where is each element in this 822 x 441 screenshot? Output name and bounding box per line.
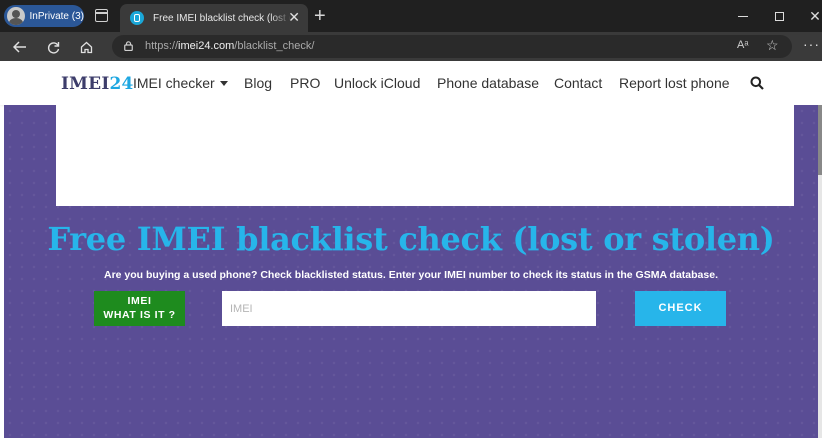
minimize-icon [738,15,748,17]
what-button-line1: IMEI [127,295,152,307]
imei-what-is-it-button[interactable]: IMEI WHAT IS IT ? [94,291,185,326]
logo-number: 24 [109,74,134,94]
minimize-button[interactable] [723,0,763,32]
page-title: Free IMEI blacklist check (lost or stole… [47,220,775,258]
nav-unlock-icloud[interactable]: Unlock iCloud [334,75,420,91]
scrollbar-thumb[interactable] [818,105,822,175]
inprivate-avatar-icon [7,7,25,25]
search-icon[interactable] [750,76,764,90]
nav-label: IMEI checker [133,75,215,91]
favicon-icon [130,11,144,25]
browser-toolbar: https://imei24.com/blacklist_check/ Aᵃ ☆… [0,32,822,61]
browser-tab-bar: InPrivate (3) Free IMEI blacklist check … [0,0,822,32]
url-path: /blacklist_check/ [234,40,315,52]
inprivate-label: InPrivate (3) [29,10,84,22]
nav-imei-checker[interactable]: IMEI checker [133,75,228,91]
lock-icon[interactable] [124,41,133,51]
nav-blog[interactable]: Blog [244,75,272,91]
what-button-line2: WHAT IS IT ? [103,309,176,321]
nav-report-lost-phone[interactable]: Report lost phone [619,75,730,91]
address-bar[interactable]: https://imei24.com/blacklist_check/ Aᵃ ☆ [112,35,792,58]
home-icon[interactable] [75,36,97,58]
site-logo[interactable]: IMEI24 [61,74,134,94]
inprivate-badge[interactable]: InPrivate (3) [4,5,84,27]
ad-placeholder [56,105,794,206]
nav-pro[interactable]: PRO [290,75,320,91]
new-tab-plus-icon[interactable]: + [314,6,326,26]
tab-actions-icon[interactable] [95,9,108,22]
maximize-icon [774,11,784,21]
check-button[interactable]: CHECK [635,291,726,326]
site-header: IMEI24 IMEI checker Blog PRO Unlock iClo… [0,61,822,105]
maximize-button[interactable] [759,0,799,32]
caret-down-icon [219,80,228,86]
logo-text: IMEI [61,74,110,94]
nav-phone-database[interactable]: Phone database [437,75,539,91]
page-subtitle: Are you buying a used phone? Check black… [104,269,718,281]
more-icon[interactable]: ··· [803,36,820,52]
imei-input[interactable] [222,291,596,326]
refresh-icon[interactable] [42,36,64,58]
window-close-button[interactable]: ✕ [795,0,822,32]
url-text: https://imei24.com/blacklist_check/ [145,40,314,52]
close-tab-icon[interactable]: ✕ [288,10,300,24]
tab-title: Free IMEI blacklist check (lost or stole… [153,12,291,24]
star-icon[interactable]: ☆ [766,37,779,54]
active-tab[interactable]: Free IMEI blacklist check (lost or stole… [120,4,308,32]
back-icon[interactable] [9,36,31,58]
read-aloud-icon[interactable]: Aᵃ [737,39,748,51]
url-host: imei24.com [178,40,235,52]
nav-contact[interactable]: Contact [554,75,602,91]
url-prefix: https:// [145,40,179,52]
